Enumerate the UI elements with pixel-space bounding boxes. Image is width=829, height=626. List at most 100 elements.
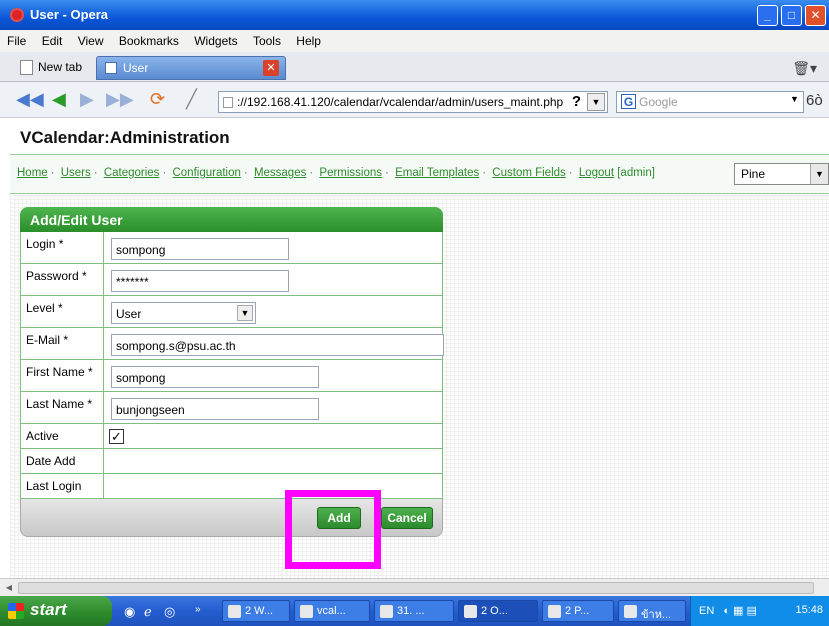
link-users[interactable]: Users — [61, 167, 91, 179]
email-input[interactable]: sompong.s@psu.ac.th — [111, 334, 444, 356]
address-bar[interactable]: ://192.168.41.120/calendar/vcalendar/adm… — [218, 91, 608, 113]
task-label: 31. ... — [397, 605, 425, 617]
trash-icon[interactable]: 🗑▾ — [792, 60, 817, 77]
menu-widgets[interactable]: Widgets — [187, 30, 242, 48]
email-label: E-Mail * — [21, 328, 104, 359]
language-indicator[interactable]: EN — [699, 605, 714, 617]
task-folder[interactable]: 2 W... — [222, 600, 290, 622]
task-label: 2 O... — [481, 605, 508, 617]
form-row-last-name: Last Name * bunjongseen — [20, 392, 443, 424]
menu-view[interactable]: View — [71, 30, 109, 48]
login-label: Login * — [21, 232, 104, 263]
opera-task-icon — [464, 605, 477, 618]
menu-file[interactable]: File — [0, 30, 31, 48]
quicklaunch-more-icon[interactable]: » — [195, 604, 201, 615]
menu-bookmarks[interactable]: Bookmarks — [112, 30, 184, 48]
cancel-button[interactable]: Cancel — [381, 507, 433, 529]
form-row-date-add: Date Add — [20, 449, 443, 474]
link-email-templates[interactable]: Email Templates — [395, 167, 479, 179]
horizontal-scrollbar[interactable]: ◀ — [0, 578, 829, 596]
menu-tools[interactable]: Tools — [246, 30, 286, 48]
search-engine-dropdown-icon[interactable]: ▼ — [790, 94, 799, 104]
start-button[interactable]: start — [0, 596, 112, 626]
link-configuration[interactable]: Configuration — [172, 167, 240, 179]
rewind-icon[interactable]: ◀◀ — [16, 90, 44, 108]
first-name-label: First Name * — [21, 360, 104, 391]
first-name-input[interactable]: sompong — [111, 366, 319, 388]
page-icon — [105, 62, 117, 74]
fast-forward-icon[interactable]: ▶▶ — [106, 90, 134, 108]
address-dropdown-icon[interactable]: ▼ — [587, 93, 605, 111]
task-opera[interactable]: 2 O... — [458, 600, 538, 622]
link-custom-fields[interactable]: Custom Fields — [492, 167, 566, 179]
chevron-down-icon: ▼ — [237, 305, 253, 321]
quicklaunch-browser-icon[interactable]: ◎ — [164, 604, 175, 620]
password-label: Password * — [21, 264, 104, 295]
form-row-password: Password * ******* — [20, 264, 443, 296]
password-input[interactable]: ******* — [111, 270, 289, 292]
quicklaunch-ie-icon[interactable]: ℯ — [144, 604, 152, 620]
link-permissions[interactable]: Permissions — [319, 167, 382, 179]
close-button[interactable]: ✕ — [805, 5, 826, 26]
reload-icon[interactable]: ⟳ — [150, 90, 165, 108]
form-header: Add/Edit User — [20, 207, 443, 232]
menu-help[interactable]: Help — [289, 30, 326, 48]
forward-icon[interactable]: ▶ — [80, 90, 94, 108]
task-p[interactable]: 2 P... — [542, 600, 614, 622]
tab-bar: New tab User ✕ 🗑▾ — [0, 52, 829, 82]
link-categories[interactable]: Categories — [104, 167, 160, 179]
app-icon — [624, 605, 637, 618]
app-icon — [380, 605, 393, 618]
minimize-button[interactable]: _ — [757, 5, 778, 26]
login-input[interactable]: sompong — [111, 238, 289, 260]
logged-in-user: [admin] — [617, 167, 655, 179]
search-input[interactable]: G Google — [616, 91, 804, 113]
new-tab-label: New tab — [38, 60, 83, 74]
task-thai[interactable]: ข้าห... — [618, 600, 686, 622]
task-31[interactable]: 31. ... — [374, 600, 454, 622]
task-label: ข้าห... — [641, 609, 672, 621]
task-label: 2 W... — [245, 605, 274, 617]
tray-icons[interactable]: ◐ ▦ ▤ — [723, 605, 757, 617]
active-label: Active — [21, 424, 104, 448]
form-row-level: Level * User ▼ — [20, 296, 443, 328]
date-add-label: Date Add — [21, 449, 104, 473]
link-logout[interactable]: Logout — [579, 167, 614, 179]
window-title: User - Opera — [30, 7, 109, 22]
taskbar: start ◉ ℯ ◎ » 2 W... vcal... 31. ... 2 O… — [0, 596, 829, 626]
level-select[interactable]: User ▼ — [111, 302, 256, 324]
form-row-active: Active ✓ — [20, 424, 443, 449]
opera-icon — [10, 8, 24, 22]
close-tab-icon[interactable]: ✕ — [263, 60, 279, 76]
zoom-glasses-icon[interactable]: 6ò — [806, 92, 823, 109]
app-icon — [548, 605, 561, 618]
link-home[interactable]: Home — [17, 167, 48, 179]
edit-icon[interactable]: ╱ — [186, 90, 197, 108]
level-label: Level * — [21, 296, 104, 327]
task-vcal[interactable]: vcal... — [294, 600, 370, 622]
scrollbar-thumb[interactable] — [18, 582, 814, 594]
help-icon[interactable]: ? — [572, 93, 581, 110]
style-select-value: Pine — [741, 167, 766, 181]
new-tab-icon — [20, 59, 33, 75]
tab-user[interactable]: User ✕ — [96, 56, 286, 80]
maximize-button[interactable]: □ — [781, 5, 802, 26]
new-tab-button[interactable]: New tab — [20, 56, 82, 78]
link-messages[interactable]: Messages — [254, 167, 306, 179]
google-icon: G — [621, 94, 636, 109]
form-row-email: E-Mail * sompong.s@psu.ac.th — [20, 328, 444, 360]
menu-edit[interactable]: Edit — [35, 30, 68, 48]
chevron-down-icon: ▼ — [810, 164, 828, 184]
window-titlebar: User - Opera _ □ ✕ — [0, 0, 829, 30]
page-content: VCalendar:Administration Home · Users · Ca… — [10, 118, 829, 580]
style-select[interactable]: Pine ▼ — [734, 163, 829, 185]
menu-bar: File Edit View Bookmarks Widgets Tools H… — [0, 30, 829, 52]
windows-logo-icon — [8, 603, 24, 619]
start-label: start — [30, 600, 67, 619]
active-checkbox[interactable]: ✓ — [109, 429, 124, 444]
scroll-left-icon[interactable]: ◀ — [2, 581, 16, 595]
quicklaunch-opera-icon[interactable]: ◉ — [124, 604, 135, 620]
back-icon[interactable]: ◀ — [52, 90, 66, 108]
task-label: vcal... — [317, 605, 346, 617]
last-name-input[interactable]: bunjongseen — [111, 398, 319, 420]
